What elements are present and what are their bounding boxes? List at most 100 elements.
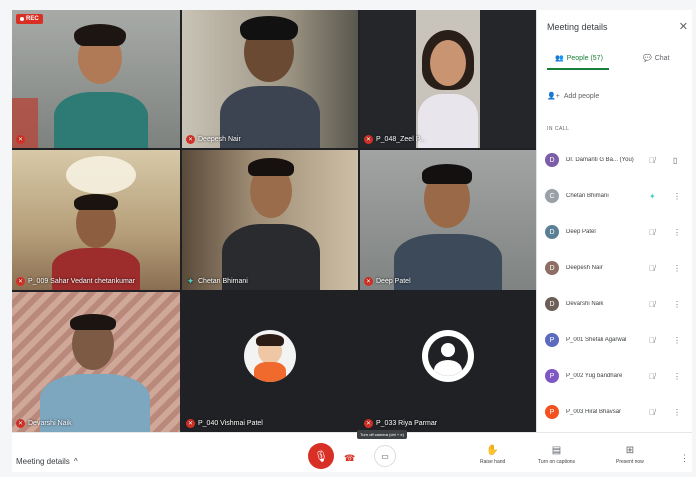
video-tile[interactable]: ✕ P_040 Vishmai Patel: [182, 292, 358, 432]
avatar: P: [545, 369, 559, 383]
in-call-heading: IN CALL: [547, 126, 570, 132]
video-tile[interactable]: ✕ P_033 Riya Parmar: [360, 292, 536, 432]
speaking-icon: ✦: [186, 276, 195, 286]
tile-name-tag: ✕: [16, 135, 28, 144]
avatar: P: [545, 333, 559, 347]
tile-name: P_048_Zeel P...: [376, 136, 426, 143]
participant-row[interactable]: D Deep Patel 🎙̸ ⋮: [545, 222, 689, 242]
participant-name: Deep Patel: [566, 229, 596, 235]
captions-icon: ▤: [551, 445, 562, 456]
active-tab-indicator: [547, 68, 609, 70]
participant-row[interactable]: D Devarshi Naik 🎙̸ ⋮: [545, 294, 689, 314]
more-options-icon[interactable]: ⋮: [673, 300, 681, 309]
more-options-icon[interactable]: ⋮: [680, 453, 689, 464]
participant-name: Devarshi Naik: [566, 301, 604, 307]
participant-row[interactable]: C Chetan Bhimani ✦ ⋮: [545, 186, 689, 206]
avatar: C: [545, 189, 559, 203]
tile-name-tag: ✕ P_009 Sahar Vedant chetankumar: [16, 277, 135, 286]
video-tile[interactable]: ✕ Devarshi Naik: [12, 292, 180, 432]
mic-off-icon: 🎙̸: [649, 335, 655, 345]
meeting-details-button[interactable]: Meeting details ^: [16, 457, 78, 466]
mic-off-icon: ✕: [186, 135, 195, 144]
more-options-icon[interactable]: ⋮: [673, 336, 681, 345]
mic-off-icon: 🎙̸: [649, 299, 655, 309]
video-grid: REC ✕ ✕ Deepesh Nair ✕ P_048_Zeel P... ✕ P_: [12, 10, 536, 432]
call-controls-bar: Meeting details ^ 🎙 ☎ ▭ Turn off camera …: [12, 430, 692, 472]
hand-icon: ✋: [486, 445, 499, 456]
panel-title: Meeting details: [547, 22, 608, 32]
avatar: P: [545, 405, 559, 419]
default-avatar-icon: [422, 330, 474, 382]
tile-name-tag: ✦ Chetan Bhimani: [186, 277, 248, 286]
pin-icon[interactable]: ▯: [673, 156, 677, 165]
mic-off-icon: 🎙̸: [649, 407, 655, 417]
participant-name: P_001 Shefali Agarwal: [566, 337, 627, 343]
avatar: D: [545, 153, 559, 167]
captions-button[interactable]: ▤ Turn on captions: [538, 445, 575, 465]
tile-name: Deepesh Nair: [198, 136, 241, 143]
mic-off-icon: ✕: [16, 277, 25, 286]
mic-off-icon: 🎙̸: [649, 371, 655, 381]
tile-name: Devarshi Naik: [28, 420, 72, 427]
participant-row[interactable]: P P_003 Hiral Bhavsar 🎙̸ ⋮: [545, 402, 689, 422]
record-dot-icon: [20, 17, 24, 21]
participant-row[interactable]: P P_001 Shefali Agarwal 🎙̸ ⋮: [545, 330, 689, 350]
video-tile[interactable]: ✦ Chetan Bhimani: [182, 150, 358, 290]
avatar: [244, 330, 296, 382]
video-tile[interactable]: REC ✕: [12, 10, 180, 148]
more-options-icon[interactable]: ⋮: [673, 264, 681, 273]
close-icon[interactable]: ✕: [679, 20, 688, 33]
more-options-icon[interactable]: ⋮: [673, 408, 681, 417]
tab-chat[interactable]: 💬 Chat: [643, 54, 670, 63]
camera-tooltip: Turn off camera (ctrl + e): [357, 430, 407, 439]
tile-name-tag: ✕ P_048_Zeel P...: [364, 135, 425, 144]
phone-hangup-icon: ☎: [344, 453, 356, 463]
mic-off-icon: ✕: [16, 135, 25, 144]
mic-off-icon: 🎙̸: [649, 263, 655, 273]
mic-off-icon: ✕: [186, 419, 195, 428]
avatar: D: [545, 297, 559, 311]
video-tile[interactable]: ✕ P_009 Sahar Vedant chetankumar: [12, 150, 180, 290]
meet-window: REC ✕ ✕ Deepesh Nair ✕ P_048_Zeel P... ✕ P_: [0, 0, 696, 477]
more-options-icon[interactable]: ⋮: [673, 228, 681, 237]
participant-name: Chetan Bhimani: [566, 193, 609, 199]
chevron-up-icon: ^: [73, 457, 78, 466]
tile-name: Deep Patel: [376, 278, 411, 285]
mic-off-icon: 🎙: [314, 450, 328, 463]
present-now-button[interactable]: ⊞ Present now: [616, 445, 644, 465]
chat-icon: 💬: [643, 55, 652, 62]
tile-name-tag: ✕ Deep Patel: [364, 277, 411, 286]
mic-off-icon: ✕: [364, 419, 373, 428]
mic-off-icon: 🎙̸: [649, 227, 655, 237]
participant-row[interactable]: P P_002 Yug bandhare 🎙̸ ⋮: [545, 366, 689, 386]
more-options-icon[interactable]: ⋮: [673, 192, 681, 201]
avatar: D: [545, 225, 559, 239]
participant-name: Deepesh Nair: [566, 265, 603, 271]
tile-name-tag: ✕ P_033 Riya Parmar: [364, 419, 437, 428]
video-tile[interactable]: ✕ Deepesh Nair: [182, 10, 358, 148]
recording-badge: REC: [16, 14, 43, 24]
tile-name: Chetan Bhimani: [198, 278, 248, 285]
tile-name: P_040 Vishmai Patel: [198, 420, 263, 427]
mic-off-icon: ✕: [16, 419, 25, 428]
participant-name: P_003 Hiral Bhavsar: [566, 409, 622, 415]
speaking-icon: ✦: [649, 191, 656, 201]
participant-row[interactable]: D Deepesh Nair 🎙̸ ⋮: [545, 258, 689, 278]
mic-toggle-button[interactable]: 🎙: [308, 443, 334, 469]
video-tile[interactable]: ✕ P_048_Zeel P...: [360, 10, 536, 148]
raise-hand-button[interactable]: ✋ Raise hand: [480, 445, 505, 465]
mic-off-icon: ✕: [364, 277, 373, 286]
tile-name-tag: ✕ Deepesh Nair: [186, 135, 241, 144]
mic-off-icon: 🎙̸: [649, 155, 655, 165]
tab-people[interactable]: 👥 People (57): [555, 54, 603, 63]
more-options-icon[interactable]: ⋮: [673, 372, 681, 381]
leave-call-button[interactable]: ☎: [344, 453, 355, 464]
present-icon: ⊞: [625, 445, 635, 456]
participant-name: Dr. Damanti G Ba... (You): [566, 157, 634, 163]
video-tile[interactable]: ✕ Deep Patel: [360, 150, 536, 290]
participant-row[interactable]: D Dr. Damanti G Ba... (You) 🎙̸ ▯: [545, 150, 689, 170]
avatar: D: [545, 261, 559, 275]
add-people-button[interactable]: 👤+ Add people: [547, 92, 599, 101]
camera-toggle-button[interactable]: ▭: [374, 445, 396, 467]
camera-icon: ▭: [381, 451, 389, 461]
